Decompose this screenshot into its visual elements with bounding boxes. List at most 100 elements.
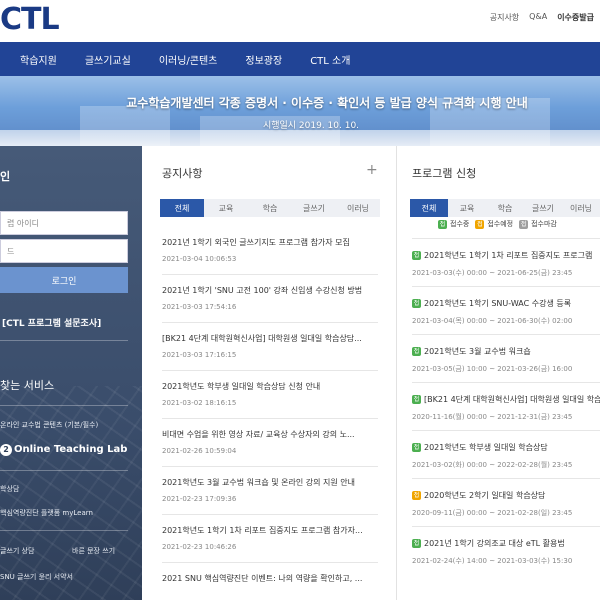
divider [162, 322, 378, 323]
main-nav: 학습지원 글쓰기교실 이러닝/콘텐츠 정보광장 CTL 소개 [0, 42, 600, 76]
program-item[interactable]: 접 2021학년도 3월 교수법 워크숍 2021-03-05(금) 10:00 … [412, 346, 600, 374]
program-item[interactable]: 접 2021년 1학기 강의조교 대상 eTL 활용법 2021-02-24(수)… [412, 538, 600, 566]
programs-tab-education[interactable]: 교육 [448, 199, 486, 217]
login-button[interactable]: 로그인 [0, 267, 128, 293]
program-period: 2021-03-05(금) 10:00 ~ 2021-03-26(금) 16:0… [412, 365, 573, 373]
login-title: 인 [0, 170, 11, 183]
top-links: 공지사항 Q&A 이수증발급 [490, 12, 594, 23]
page: CTL 공지사항 Q&A 이수증발급 학습지원 글쓰기교실 이러닝/콘텐츠 정보… [0, 0, 600, 600]
notice-title: 비대면 수업을 위한 영상 자료/ 교육상 수상자의 강의 노... [162, 430, 355, 439]
programs-tab-elearning[interactable]: 이러닝 [562, 199, 600, 217]
notice-item[interactable]: 2021학년도 학부생 일대일 학습상담 신청 안내 2021-03-02 18… [162, 381, 378, 407]
status-open-icon: 접 [412, 347, 421, 356]
program-title: 2021학년도 학부생 일대일 학습상담 [424, 443, 548, 452]
password-input[interactable]: 드 [0, 239, 128, 263]
programs-tab-writing[interactable]: 글쓰기 [524, 199, 562, 217]
program-item[interactable]: 접 2021학년도 1학기 1차 리포트 집중지도 프로그램 2021-03-03… [412, 250, 600, 278]
top-link-certificate[interactable]: 이수증발급 [557, 12, 594, 23]
status-open-icon: 접 [438, 219, 447, 229]
legend-open-label: 접수중 [450, 220, 470, 228]
program-period: 2020-11-16(월) 00:00 ~ 2021-12-31(금) 23:4… [412, 413, 573, 421]
services-title: 찾는 서비스 [0, 379, 55, 392]
notice-item[interactable]: 2021년 1학기 외국인 글쓰기지도 프로그램 참가자 모집 2021-03-… [162, 237, 378, 263]
programs-title: 프로그램 신청 [412, 167, 477, 180]
program-period: 2020-09-11(금) 00:00 ~ 2021-02-28(일) 23:4… [412, 509, 573, 517]
nav-item-writing-class[interactable]: 글쓰기교실 [71, 52, 145, 67]
notices-tab-education[interactable]: 교육 [204, 199, 248, 217]
divider [412, 238, 600, 239]
divider [0, 470, 128, 471]
notice-date: 2021-02-23 17:09:36 [162, 495, 237, 503]
service-link-writing-ethics[interactable]: SNU 글쓰기 윤리 서약서 [0, 572, 73, 582]
divider [412, 430, 600, 431]
divider [412, 334, 600, 335]
logo[interactable]: CTL [0, 2, 60, 37]
legend-open: 접 접수중 [438, 219, 469, 229]
notice-item[interactable]: 비대면 수업을 위한 영상 자료/ 교육상 수상자의 강의 노... 2021-… [162, 429, 378, 455]
program-item[interactable]: 접 2020학년도 2학기 일대일 학습상담 2020-09-11(금) 00:0… [412, 490, 600, 518]
divider [162, 466, 378, 467]
program-period: 2021-03-04(목) 00:00 ~ 2021-06-30(수) 02:0… [412, 317, 573, 325]
top-link-notice[interactable]: 공지사항 [490, 12, 519, 23]
notice-date: 2021-03-02 18:16:15 [162, 399, 237, 407]
status-legend: 접 접수중 접 접수예정 접 접수마감 [438, 219, 557, 229]
divider [162, 370, 378, 371]
status-upcoming-icon: 접 [475, 219, 485, 229]
id-input[interactable]: 렵 아이디 [0, 211, 128, 235]
notice-item[interactable]: 2021년 1학기 'SNU 고전 100' 강좌 신입생 수강신청 방법 20… [162, 285, 378, 311]
nav-item-elearning[interactable]: 이러닝/콘텐츠 [145, 52, 232, 67]
notice-title: 2021학년도 1학기 1차 리포트 집중지도 프로그램 참가자... [162, 526, 363, 535]
banner-title: 교수학습개발센터 각종 증명서 · 이수증 · 확인서 등 발급 양식 규격화 … [126, 96, 528, 110]
legend-closed-label: 접수마감 [531, 220, 557, 228]
notice-item[interactable]: 2021 SNU 핵심역량진단 이벤트: 나의 역량을 확인하고, ... [162, 573, 378, 584]
notices-tabs: 전체 교육 학습 글쓰기 이러닝 [160, 199, 380, 217]
notices-tab-elearning[interactable]: 이러닝 [336, 199, 380, 217]
notice-title: [BK21 4단계 대학원혁신사업] 대학원생 일대일 학습상담... [162, 334, 362, 343]
program-period: 2021-02-24(수) 14:00 ~ 2021-03-03(수) 15:3… [412, 557, 573, 565]
notice-item[interactable]: 2021학년도 3월 교수법 워크숍 및 온라인 강의 지원 안내 2021-0… [162, 477, 378, 503]
status-upcoming-icon: 접 [412, 491, 421, 500]
program-title: [BK21 4단계 대학원혁신사업] 대학원생 일대일 학습상 [424, 395, 600, 404]
nav-item-ctl-about[interactable]: CTL 소개 [296, 52, 364, 67]
program-period: 2021-03-02(화) 00:00 ~ 2022-02-28(월) 23:4… [412, 461, 573, 469]
notices-title: 공지사항 [162, 167, 203, 180]
logo-text: CTL [0, 2, 60, 37]
notice-title: 2021년 1학기 'SNU 고전 100' 강좌 신입생 수강신청 방법 [162, 286, 363, 295]
program-title: 2021학년도 3월 교수법 워크숍 [424, 347, 531, 356]
divider [0, 530, 128, 531]
program-item[interactable]: 접 2021학년도 1학기 SNU-WAC 수강생 등록 2021-03-04(목… [412, 298, 600, 326]
service-link-consulting[interactable]: 학상담 [0, 484, 19, 494]
notice-date: 2021-02-23 10:46:26 [162, 543, 237, 551]
notice-title: 2021학년도 학부생 일대일 학습상담 신청 안내 [162, 382, 321, 391]
programs-tab-learning[interactable]: 학습 [486, 199, 524, 217]
online-teaching-lab-icon: 2 [0, 444, 12, 456]
program-item[interactable]: 접 2021학년도 학부생 일대일 학습상담 2021-03-02(화) 00:0… [412, 442, 600, 470]
divider [412, 286, 600, 287]
service-link-correct-sentences[interactable]: 바른 문장 쓰기 [72, 546, 115, 556]
program-title: 2021학년도 1학기 1차 리포트 집중지도 프로그램 [424, 251, 593, 260]
sidebar-background-pattern [0, 386, 142, 600]
nav-item-info-plaza[interactable]: 정보광장 [231, 52, 296, 67]
programs-tab-all[interactable]: 전체 [410, 199, 448, 217]
program-item[interactable]: 접 [BK21 4단계 대학원혁신사업] 대학원생 일대일 학습상 2020-11… [412, 394, 600, 422]
online-teaching-lab-link[interactable]: 2 Online Teaching Lab [0, 444, 127, 456]
service-link-mylearn[interactable]: 핵심역량진단 플랫폼 myLearn [0, 508, 93, 518]
notice-item[interactable]: [BK21 4단계 대학원혁신사업] 대학원생 일대일 학습상담... 2021… [162, 333, 378, 359]
banner[interactable]: 교수학습개발센터 각종 증명서 · 이수증 · 확인서 등 발급 양식 규격화 … [0, 76, 600, 146]
programs-tabs: 전체 교육 학습 글쓰기 이러닝 [410, 199, 600, 217]
notices-tab-learning[interactable]: 학습 [248, 199, 292, 217]
service-link-writing-consult[interactable]: 글쓰기 상담 [0, 546, 34, 556]
notices-more-plus-icon[interactable]: + [366, 162, 378, 178]
service-link-online-teaching-contents[interactable]: 온라인 교수법 콘텐츠 (기본/필수) [0, 420, 98, 430]
status-open-icon: 접 [412, 539, 421, 548]
notices-tab-writing[interactable]: 글쓰기 [292, 199, 336, 217]
notice-item[interactable]: 2021학년도 1학기 1차 리포트 집중지도 프로그램 참가자... 2021… [162, 525, 378, 551]
status-closed-icon: 접 [519, 219, 529, 229]
online-teaching-lab-label: Online Teaching Lab [14, 444, 128, 455]
divider [412, 526, 600, 527]
panel-divider [396, 146, 397, 600]
survey-link[interactable]: [CTL 프로그램 설문조사] [2, 316, 101, 329]
notices-tab-all[interactable]: 전체 [160, 199, 204, 217]
nav-item-learning-support[interactable]: 학습지원 [0, 52, 71, 67]
top-link-qa[interactable]: Q&A [529, 12, 547, 23]
